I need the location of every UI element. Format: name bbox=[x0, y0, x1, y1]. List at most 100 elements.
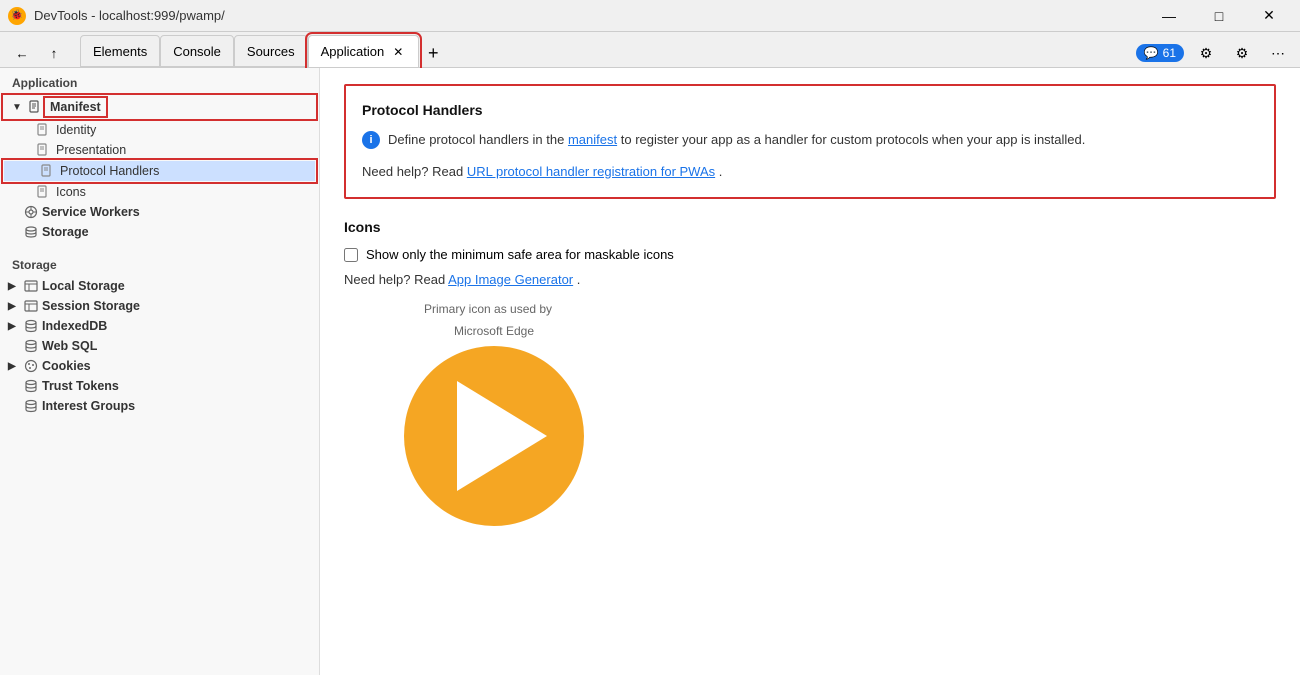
tab-bar: ← ↑ Elements Console Sources Application… bbox=[0, 32, 1300, 68]
tab-application-close[interactable]: ✕ bbox=[390, 44, 406, 60]
ms-edge-icon-container: Microsoft Edge bbox=[404, 324, 584, 526]
sidebar-session-storage-label: Session Storage bbox=[42, 299, 140, 313]
icons-help-after: . bbox=[577, 272, 581, 287]
indexeddb-arrow-icon: ▶ bbox=[8, 321, 20, 332]
sidebar-storage-item[interactable]: Storage bbox=[0, 222, 319, 242]
sidebar-protocol-handlers-label: Protocol Handlers bbox=[60, 164, 159, 178]
maximize-button[interactable]: □ bbox=[1196, 0, 1242, 32]
sidebar-trust-tokens-label: Trust Tokens bbox=[42, 379, 119, 393]
close-button[interactable]: ✕ bbox=[1246, 0, 1292, 32]
sidebar-storage-section-title: Storage bbox=[0, 250, 319, 276]
devtools-icon: 🐞 bbox=[8, 7, 26, 25]
sidebar-local-storage[interactable]: ▶ Local Storage bbox=[0, 276, 319, 296]
sidebar-app-title: Application bbox=[0, 68, 319, 94]
app-image-generator-link[interactable]: App Image Generator bbox=[448, 272, 573, 287]
maskable-icons-checkbox-row: Show only the minimum safe area for mask… bbox=[344, 247, 1276, 262]
window-controls: — □ ✕ bbox=[1146, 0, 1292, 32]
sidebar-indexeddb[interactable]: ▶ IndexedDB bbox=[0, 316, 319, 336]
sidebar-cookies-label: Cookies bbox=[42, 359, 91, 373]
maskable-icons-label: Show only the minimum safe area for mask… bbox=[366, 247, 674, 262]
info-text-after: to register your app as a handler for cu… bbox=[621, 132, 1086, 147]
sidebar-websql-label: Web SQL bbox=[42, 339, 97, 353]
main-layout: Application ▼ Manifest bbox=[0, 68, 1300, 675]
tab-console[interactable]: Console bbox=[160, 35, 234, 67]
tab-application-label: Application bbox=[321, 44, 385, 59]
help-text-before: Need help? Read bbox=[362, 164, 463, 179]
trust-tokens-icon bbox=[24, 379, 38, 393]
sidebar-identity-label: Identity bbox=[56, 123, 96, 137]
identity-file-icon bbox=[36, 123, 50, 137]
more-button[interactable]: ⋯ bbox=[1264, 39, 1292, 67]
tab-elements-label: Elements bbox=[93, 44, 147, 59]
tab-sources[interactable]: Sources bbox=[234, 35, 308, 67]
primary-icon-area: Primary icon as used by Microsoft Edge bbox=[344, 302, 1276, 526]
icons-help-before: Need help? Read bbox=[344, 272, 445, 287]
back-button[interactable]: ← bbox=[8, 39, 36, 67]
sidebar-icons-label: Icons bbox=[56, 185, 86, 199]
sidebar-interest-groups-label: Interest Groups bbox=[42, 399, 135, 413]
tab-bar-left-controls: ← ↑ bbox=[8, 39, 68, 67]
info-text-before: Define protocol handlers in the bbox=[388, 132, 564, 147]
indexeddb-icon bbox=[24, 319, 38, 333]
session-storage-icon bbox=[24, 299, 38, 313]
service-workers-icon bbox=[24, 205, 38, 219]
icons-title: Icons bbox=[344, 219, 1276, 235]
sidebar-protocol-handlers[interactable]: Protocol Handlers bbox=[4, 161, 315, 181]
session-storage-arrow-icon: ▶ bbox=[8, 301, 20, 312]
local-storage-arrow-icon: ▶ bbox=[8, 281, 20, 292]
help-text-after: . bbox=[719, 164, 723, 179]
protocol-handlers-help: Need help? Read URL protocol handler reg… bbox=[362, 162, 1258, 182]
tab-sources-label: Sources bbox=[247, 44, 295, 59]
manifest-file-icon bbox=[28, 100, 42, 114]
manifest-link[interactable]: manifest bbox=[568, 132, 617, 147]
app-icon-circle bbox=[404, 346, 584, 526]
sidebar-presentation-label: Presentation bbox=[56, 143, 126, 157]
tab-elements[interactable]: Elements bbox=[80, 35, 160, 67]
tab-application[interactable]: Application ✕ bbox=[308, 35, 420, 67]
icons-section: Icons Show only the minimum safe area fo… bbox=[344, 219, 1276, 526]
issues-badge[interactable]: 💬 61 bbox=[1136, 44, 1184, 62]
sidebar-identity[interactable]: Identity bbox=[0, 120, 319, 140]
forward-button[interactable]: ↑ bbox=[40, 39, 68, 67]
sidebar-websql[interactable]: Web SQL bbox=[0, 336, 319, 356]
devices-button[interactable]: ⚙ bbox=[1228, 39, 1256, 67]
tab-console-label: Console bbox=[173, 44, 221, 59]
sidebar-interest-groups[interactable]: Interest Groups bbox=[0, 396, 319, 416]
protocol-handlers-info: i Define protocol handlers in the manife… bbox=[362, 130, 1258, 150]
window-title: DevTools - localhost:999/pwamp/ bbox=[34, 8, 225, 23]
protocol-file-icon bbox=[40, 164, 54, 178]
sidebar-cookies[interactable]: ▶ Cookies bbox=[0, 356, 319, 376]
sidebar-session-storage[interactable]: ▶ Session Storage bbox=[0, 296, 319, 316]
ms-edge-label: Microsoft Edge bbox=[454, 324, 534, 338]
pwa-handler-link[interactable]: URL protocol handler registration for PW… bbox=[467, 164, 715, 179]
tab-add-button[interactable]: + bbox=[419, 39, 447, 67]
protocol-handlers-section: Protocol Handlers i Define protocol hand… bbox=[344, 84, 1276, 199]
sidebar-service-workers-label: Service Workers bbox=[42, 205, 140, 219]
issues-icon: 💬 bbox=[1144, 46, 1159, 60]
sidebar-service-workers[interactable]: Service Workers bbox=[0, 202, 319, 222]
sidebar-storage-label: Storage bbox=[42, 225, 89, 239]
settings-button[interactable]: ⚙ bbox=[1192, 39, 1220, 67]
title-bar: 🐞 DevTools - localhost:999/pwamp/ — □ ✕ bbox=[0, 0, 1300, 32]
issues-count: 61 bbox=[1163, 46, 1176, 60]
protocol-handlers-description: Define protocol handlers in the manifest… bbox=[388, 130, 1085, 150]
sidebar-manifest-group[interactable]: ▼ Manifest bbox=[4, 96, 315, 118]
sidebar-icons[interactable]: Icons bbox=[0, 182, 319, 202]
protocol-handlers-title: Protocol Handlers bbox=[362, 102, 1258, 118]
minimize-button[interactable]: — bbox=[1146, 0, 1192, 32]
tab-bar-right: 💬 61 ⚙ ⚙ ⋯ bbox=[1136, 39, 1292, 67]
sidebar-trust-tokens[interactable]: Trust Tokens bbox=[0, 376, 319, 396]
sidebar-presentation[interactable]: Presentation bbox=[0, 140, 319, 160]
websql-icon bbox=[24, 339, 38, 353]
maskable-icons-checkbox[interactable] bbox=[344, 248, 358, 262]
cookies-icon bbox=[24, 359, 38, 373]
play-triangle-icon bbox=[457, 381, 547, 491]
cookies-arrow-icon: ▶ bbox=[8, 361, 20, 372]
content-area: Protocol Handlers i Define protocol hand… bbox=[320, 68, 1300, 675]
icons-help: Need help? Read App Image Generator . bbox=[344, 270, 1276, 290]
interest-groups-icon bbox=[24, 399, 38, 413]
sidebar-manifest-label: Manifest bbox=[46, 99, 105, 115]
info-icon: i bbox=[362, 131, 380, 149]
storage-icon bbox=[24, 225, 38, 239]
presentation-file-icon bbox=[36, 143, 50, 157]
